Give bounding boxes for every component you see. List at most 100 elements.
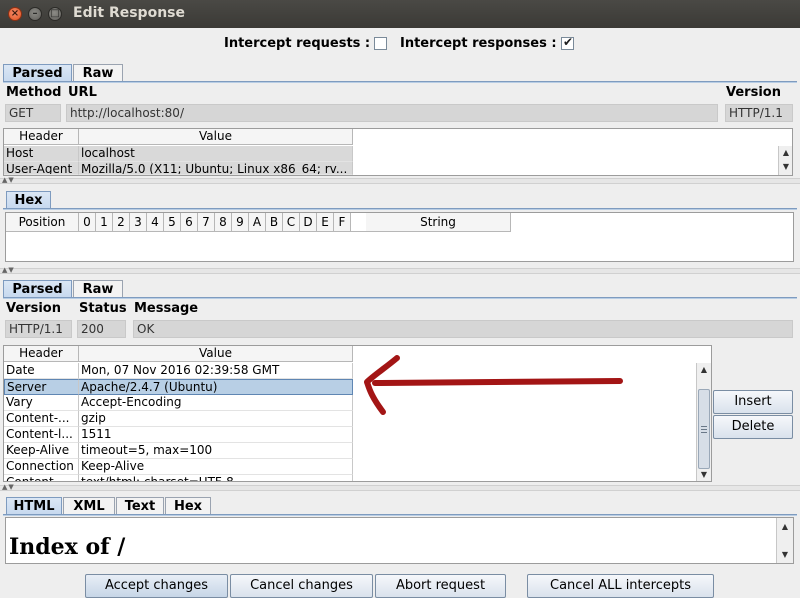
- header-cell[interactable]: Content-l...: [4, 427, 79, 443]
- hex-column-e[interactable]: E: [317, 213, 334, 231]
- request-splitter[interactable]: ▲▼: [0, 176, 800, 184]
- hex-column-7[interactable]: 7: [198, 213, 215, 231]
- scroll-down-icon[interactable]: ▼: [780, 550, 790, 560]
- hex-column-8[interactable]: 8: [215, 213, 232, 231]
- hex-table[interactable]: Position String 0123456789ABCDEF: [5, 212, 794, 262]
- close-icon: ×: [10, 8, 20, 19]
- response-message-field[interactable]: OK: [133, 320, 793, 338]
- hex-column-9[interactable]: 9: [232, 213, 249, 231]
- value-cell[interactable]: Accept-Encoding: [79, 395, 353, 411]
- response-status-field[interactable]: 200: [77, 320, 126, 338]
- value-cell[interactable]: Keep-Alive: [79, 459, 353, 475]
- body-tab-text[interactable]: Text: [116, 497, 164, 515]
- header-cell[interactable]: Content-...: [4, 411, 79, 427]
- hex-column-d[interactable]: D: [300, 213, 317, 231]
- accept-changes-button[interactable]: Accept changes: [85, 574, 228, 598]
- header-cell[interactable]: Vary: [4, 395, 79, 411]
- value-cell[interactable]: gzip: [79, 411, 353, 427]
- hex-column-2[interactable]: 2: [113, 213, 130, 231]
- request-header-column[interactable]: Header: [4, 129, 79, 145]
- value-cell[interactable]: timeout=5, max=100: [79, 443, 353, 459]
- request-tab-parsed[interactable]: Parsed: [3, 64, 72, 82]
- value-cell[interactable]: 1511: [79, 427, 353, 443]
- header-cell[interactable]: Host: [4, 146, 79, 162]
- abort-request-button[interactable]: Abort request: [375, 574, 506, 598]
- header-cell[interactable]: Content-...: [4, 475, 79, 481]
- header-cell[interactable]: Server: [4, 379, 79, 395]
- hex-column-1[interactable]: 1: [96, 213, 113, 231]
- value-cell[interactable]: Apache/2.4.7 (Ubuntu): [79, 379, 353, 395]
- request-tab-underline: [3, 81, 797, 83]
- response-value-column[interactable]: Value: [79, 346, 353, 362]
- maximize-window-button[interactable]: □: [48, 7, 62, 21]
- response-tab-underline: [3, 297, 797, 299]
- annotation-arrow: [364, 355, 623, 415]
- request-headers-table[interactable]: Header Value Host localhost User-Agent M…: [3, 128, 793, 176]
- insert-button[interactable]: Insert: [713, 390, 793, 414]
- response-headers-scrollbar[interactable]: ▲ ▼: [696, 363, 711, 481]
- version-label: Version: [726, 85, 781, 100]
- method-label: Method: [6, 85, 62, 100]
- hex-tab[interactable]: Hex: [6, 191, 51, 209]
- url-field[interactable]: http://localhost:80/: [66, 104, 718, 122]
- hex-header-row: Position String 0123456789ABCDEF: [6, 213, 511, 232]
- scroll-up-icon[interactable]: ▲: [781, 148, 791, 158]
- request-tab-raw[interactable]: Raw: [73, 64, 123, 82]
- response-splitter[interactable]: ▲▼: [0, 483, 800, 491]
- hex-column-f[interactable]: F: [334, 213, 351, 231]
- close-window-button[interactable]: ×: [8, 7, 22, 21]
- body-scrollbar[interactable]: ▲ ▼: [776, 518, 793, 563]
- scroll-up-icon[interactable]: ▲: [699, 365, 709, 375]
- minimize-window-button[interactable]: –: [28, 7, 42, 21]
- hex-position-column[interactable]: Position: [6, 213, 79, 231]
- header-cell[interactable]: Date: [4, 363, 79, 379]
- cancel-changes-button[interactable]: Cancel changes: [230, 574, 373, 598]
- hex-column-4[interactable]: 4: [147, 213, 164, 231]
- delete-button[interactable]: Delete: [713, 415, 793, 439]
- body-tab-html[interactable]: HTML: [6, 497, 62, 515]
- intercept-requests-label: Intercept requests :: [224, 36, 371, 51]
- intercept-responses-checkbox[interactable]: [561, 35, 574, 50]
- scroll-down-icon[interactable]: ▼: [699, 470, 709, 480]
- body-tab-xml[interactable]: XML: [63, 497, 115, 515]
- response-message-label: Message: [134, 301, 199, 316]
- scrollbar-thumb[interactable]: [698, 389, 710, 469]
- intercept-requests-checkbox[interactable]: [374, 37, 387, 50]
- response-tab-parsed[interactable]: Parsed: [3, 280, 72, 298]
- hex-column-a[interactable]: A: [249, 213, 266, 231]
- hex-tab-underline: [3, 208, 797, 210]
- request-headers-scrollbar[interactable]: ▲ ▼: [778, 146, 792, 175]
- version-field[interactable]: HTTP/1.1: [725, 104, 793, 122]
- value-cell[interactable]: text/html; charset=UTF-8: [79, 475, 353, 481]
- hex-string-column[interactable]: String: [366, 213, 511, 231]
- scroll-up-icon[interactable]: ▲: [780, 522, 790, 532]
- request-value-column[interactable]: Value: [79, 129, 353, 145]
- header-cell[interactable]: User-Agent: [4, 162, 79, 175]
- value-cell[interactable]: localhost: [79, 146, 353, 162]
- response-header-column[interactable]: Header: [4, 346, 79, 362]
- maximize-icon: □: [50, 8, 60, 19]
- cancel-all-intercepts-button[interactable]: Cancel ALL intercepts: [527, 574, 714, 598]
- hex-column-0[interactable]: 0: [79, 213, 96, 231]
- response-version-label: Version: [6, 301, 61, 316]
- hex-splitter[interactable]: ▲▼: [0, 266, 800, 274]
- hex-column-b[interactable]: B: [266, 213, 283, 231]
- method-field[interactable]: GET: [5, 104, 61, 122]
- scroll-down-icon[interactable]: ▼: [781, 162, 791, 172]
- header-cell[interactable]: Connection: [4, 459, 79, 475]
- response-status-label: Status: [79, 301, 127, 316]
- response-version-field[interactable]: HTTP/1.1: [5, 320, 72, 338]
- hex-column-5[interactable]: 5: [164, 213, 181, 231]
- body-heading: Index of /: [9, 534, 126, 560]
- value-cell[interactable]: Mozilla/5.0 (X11; Ubuntu; Linux x86_64; …: [79, 162, 353, 175]
- body-tab-underline: [3, 514, 797, 516]
- intercept-responses-label: Intercept responses :: [400, 36, 557, 51]
- hex-column-6[interactable]: 6: [181, 213, 198, 231]
- hex-column-3[interactable]: 3: [130, 213, 147, 231]
- header-cell[interactable]: Keep-Alive: [4, 443, 79, 459]
- value-cell[interactable]: Mon, 07 Nov 2016 02:39:58 GMT: [79, 363, 353, 379]
- body-viewer[interactable]: Index of / ▲ ▼: [5, 517, 794, 564]
- hex-column-c[interactable]: C: [283, 213, 300, 231]
- response-tab-raw[interactable]: Raw: [73, 280, 123, 298]
- body-tab-hex[interactable]: Hex: [165, 497, 211, 515]
